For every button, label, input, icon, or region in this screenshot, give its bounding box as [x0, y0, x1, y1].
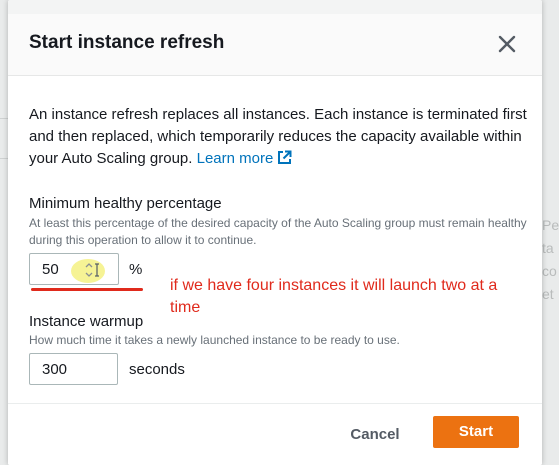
number-stepper-icon[interactable]: [84, 262, 104, 278]
background-text: ta: [542, 240, 554, 256]
dialog-footer: Cancel Start: [8, 403, 542, 465]
annotation-underline: [31, 288, 143, 291]
start-instance-refresh-dialog: Start instance refresh An instance refre…: [8, 0, 542, 465]
instance-warmup-description: How much time it takes a newly launched …: [29, 333, 400, 347]
min-healthy-label: Minimum healthy percentage: [29, 195, 222, 212]
dialog-header: Start instance refresh: [8, 14, 542, 76]
annotation-note: if we have four instances it will launch…: [170, 277, 498, 316]
external-link-icon: [278, 150, 292, 164]
learn-more-label: Learn more: [196, 150, 274, 167]
background-text: et: [542, 286, 554, 302]
min-healthy-value: 50: [42, 261, 59, 278]
close-button[interactable]: [494, 31, 520, 57]
percent-unit: %: [129, 261, 143, 278]
min-healthy-description: At least this percentage of the desired …: [29, 216, 527, 247]
start-button[interactable]: Start: [433, 416, 519, 448]
background-text: co: [542, 263, 557, 279]
dialog-top-strip: [8, 0, 542, 14]
instance-warmup-input[interactable]: 300: [29, 353, 118, 385]
instance-warmup-value: 300: [42, 361, 68, 378]
cancel-button[interactable]: Cancel: [340, 420, 410, 450]
close-icon: [498, 35, 516, 53]
dialog-title: Start instance refresh: [29, 32, 225, 53]
intro-paragraph: An instance refresh replaces all instanc…: [29, 104, 529, 170]
background-text: Pe: [542, 217, 559, 233]
seconds-unit: seconds: [129, 361, 185, 378]
learn-more-link[interactable]: Learn more: [197, 150, 293, 167]
instance-warmup-label: Instance warmup: [29, 313, 144, 330]
